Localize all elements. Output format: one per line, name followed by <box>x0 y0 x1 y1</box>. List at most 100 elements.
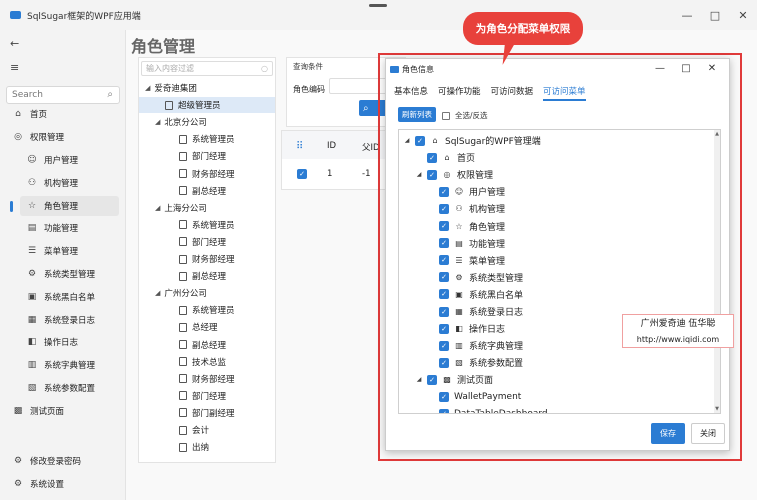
close-window-button[interactable]: ✕ <box>729 0 757 30</box>
select-all-checkbox[interactable]: 全选/反选 <box>442 110 488 121</box>
hamburger-menu-icon[interactable]: ≡ <box>10 61 19 74</box>
dialog-minimize-button[interactable]: — <box>647 59 673 79</box>
expand-arrow-icon[interactable]: ◢ <box>155 289 160 297</box>
org-role-node[interactable]: 副总经理 <box>139 268 275 284</box>
menu-tree-item[interactable]: ✓ ☰ 菜单管理 <box>399 252 505 269</box>
menu-tree-item[interactable]: ✓ ◧ 操作日志 <box>399 320 505 337</box>
sidebar-item[interactable]: ☆ 角色管理 <box>10 196 119 216</box>
sidebar-item[interactable]: ◎ 权限管理 <box>6 127 119 147</box>
org-role-node[interactable]: 系统管理员 <box>139 302 275 318</box>
sidebar-item[interactable]: ▤ 功能管理 <box>20 218 119 238</box>
tab-basic-info[interactable]: 基本信息 <box>394 85 428 101</box>
refresh-list-button[interactable]: 刷新列表 <box>398 107 436 122</box>
sidebar-item[interactable]: ▩ 测试页面 <box>6 401 119 421</box>
org-group-node[interactable]: ◢ 爱奇迪集团 <box>139 80 275 96</box>
menu-tree-item[interactable]: ◢ ✓ ⌂ SqlSugar的WPF管理端 <box>399 132 541 149</box>
org-role-node[interactable]: 系统管理员 <box>139 131 275 147</box>
menu-checkbox[interactable]: ✓ <box>439 272 449 283</box>
sidebar-item[interactable]: ⚙ 修改登录密码 <box>6 451 119 471</box>
menu-tree-item[interactable]: ✓ ▦ 系统登录日志 <box>399 303 523 320</box>
menu-tree-item[interactable]: ✓ ▧ 系统参数配置 <box>399 354 523 371</box>
org-role-node[interactable]: 财务部经理 <box>139 166 275 182</box>
maximize-button[interactable]: □ <box>701 0 729 30</box>
menu-checkbox[interactable]: ✓ <box>439 186 449 197</box>
org-group-node[interactable]: ◢ 广州分公司 <box>139 285 275 301</box>
dialog-close-button[interactable]: ✕ <box>699 59 725 79</box>
sidebar-item[interactable]: ▣ 系统黑白名单 <box>20 287 119 307</box>
org-role-node[interactable]: 部门经理 <box>139 388 275 404</box>
tree-scrollbar[interactable]: ▲ ▼ <box>714 130 720 413</box>
sidebar-item[interactable]: ☺ 用户管理 <box>20 150 119 170</box>
drag-handle[interactable] <box>369 4 387 7</box>
back-arrow-icon[interactable]: ← <box>10 37 19 50</box>
menu-checkbox[interactable]: ✓ <box>439 340 449 351</box>
org-role-node[interactable]: 副总经理 <box>139 337 275 353</box>
row-checkbox[interactable]: ✓ <box>297 169 307 179</box>
menu-tree-item[interactable]: ✓ ▣ 系统黑白名单 <box>399 286 523 303</box>
sidebar-item[interactable]: ☰ 菜单管理 <box>20 241 119 261</box>
menu-checkbox[interactable]: ✓ <box>427 152 437 163</box>
sidebar-item[interactable]: ▦ 系统登录日志 <box>20 310 119 330</box>
expand-arrow-icon[interactable]: ◢ <box>415 376 423 383</box>
menu-checkbox[interactable]: ✓ <box>415 135 425 146</box>
scroll-down-icon[interactable]: ▼ <box>715 406 719 412</box>
menu-tree-item[interactable]: ✓ ▥ 系统字典管理 <box>399 337 523 354</box>
menu-checkbox[interactable]: ✓ <box>439 238 449 249</box>
search-input[interactable] <box>12 90 102 100</box>
scroll-up-icon[interactable]: ▲ <box>715 131 719 137</box>
sidebar-item[interactable]: ⌂ 首页 <box>6 104 119 124</box>
expand-arrow-icon[interactable]: ◢ <box>415 171 423 178</box>
menu-checkbox[interactable]: ✓ <box>427 169 437 180</box>
org-role-node[interactable]: 出纳 <box>139 439 275 455</box>
select-all-box[interactable] <box>442 111 450 120</box>
org-group-node[interactable]: ◢ 北京分公司 <box>139 114 275 130</box>
menu-checkbox[interactable]: ✓ <box>439 255 449 266</box>
tab-menu-access[interactable]: 可访问菜单 <box>543 85 586 101</box>
sidebar-item[interactable]: ⚙ 系统设置 <box>6 474 119 494</box>
expand-arrow-icon[interactable]: ◢ <box>155 118 160 126</box>
org-role-node[interactable]: 超级管理员 <box>139 97 275 114</box>
org-role-node[interactable]: 部门经理 <box>139 148 275 164</box>
menu-tree-item[interactable]: ✓ ▤ 功能管理 <box>399 235 505 252</box>
menu-tree-item[interactable]: ✓ ☆ 角色管理 <box>399 218 505 235</box>
save-button[interactable]: 保存 <box>651 423 685 444</box>
org-role-node[interactable]: 财务部经理 <box>139 251 275 267</box>
grid-header-parent-id[interactable]: 父ID <box>362 141 380 153</box>
minimize-button[interactable]: — <box>673 0 701 30</box>
tab-data-access[interactable]: 可访问数据 <box>491 85 534 101</box>
org-role-node[interactable]: 系统管理员 <box>139 217 275 233</box>
menu-checkbox[interactable]: ✓ <box>439 392 449 402</box>
menu-checkbox[interactable]: ✓ <box>439 289 449 300</box>
org-role-node[interactable]: 部门经理 <box>139 234 275 250</box>
sidebar-search[interactable]: ⌕ <box>6 86 120 104</box>
menu-tree-item[interactable]: ◢ ✓ ▩ 测试页面 <box>399 371 493 388</box>
search-icon[interactable]: ⌕ <box>107 89 113 100</box>
org-role-node[interactable]: 财务部经理 <box>139 371 275 387</box>
sidebar-item[interactable]: ▧ 系统参数配置 <box>20 378 119 398</box>
sidebar-item[interactable]: ⚇ 机构管理 <box>20 173 119 193</box>
menu-tree-item[interactable]: ◢ ✓ ◎ 权限管理 <box>399 166 493 183</box>
clear-filter-icon[interactable]: ○ <box>261 64 268 73</box>
grid-column-menu-icon[interactable]: ⠿ <box>296 141 303 152</box>
tab-functions[interactable]: 可操作功能 <box>438 85 481 101</box>
sidebar-item[interactable]: ▥ 系统字典管理 <box>20 355 119 375</box>
menu-tree-item[interactable]: ✓ ⚇ 机构管理 <box>399 200 505 217</box>
expand-arrow-icon[interactable]: ◢ <box>403 137 411 144</box>
menu-checkbox[interactable]: ✓ <box>439 221 449 231</box>
menu-tree-item[interactable]: ✓ DataTableDashboard <box>399 406 548 413</box>
expand-arrow-icon[interactable]: ◢ <box>145 84 150 92</box>
org-role-node[interactable]: 副总经理 <box>139 183 275 199</box>
org-group-node[interactable]: ◢ 上海分公司 <box>139 200 275 216</box>
menu-checkbox[interactable]: ✓ <box>439 357 449 368</box>
close-button[interactable]: 关闭 <box>691 423 725 444</box>
menu-tree-item[interactable]: ✓ ⌂ 首页 <box>399 149 475 166</box>
menu-tree-item[interactable]: ✓ WalletPayment <box>399 389 521 406</box>
menu-tree-item[interactable]: ✓ ⚙ 系统类型管理 <box>399 269 523 286</box>
sidebar-item[interactable]: ⚙ 系统类型管理 <box>20 264 119 284</box>
dialog-maximize-button[interactable]: □ <box>673 59 699 79</box>
menu-checkbox[interactable]: ✓ <box>439 306 449 317</box>
expand-arrow-icon[interactable]: ◢ <box>155 204 160 212</box>
org-role-node[interactable]: 部门副经理 <box>139 405 275 421</box>
org-role-node[interactable]: 会计 <box>139 422 275 438</box>
menu-tree-item[interactable]: ✓ ☺ 用户管理 <box>399 183 505 200</box>
